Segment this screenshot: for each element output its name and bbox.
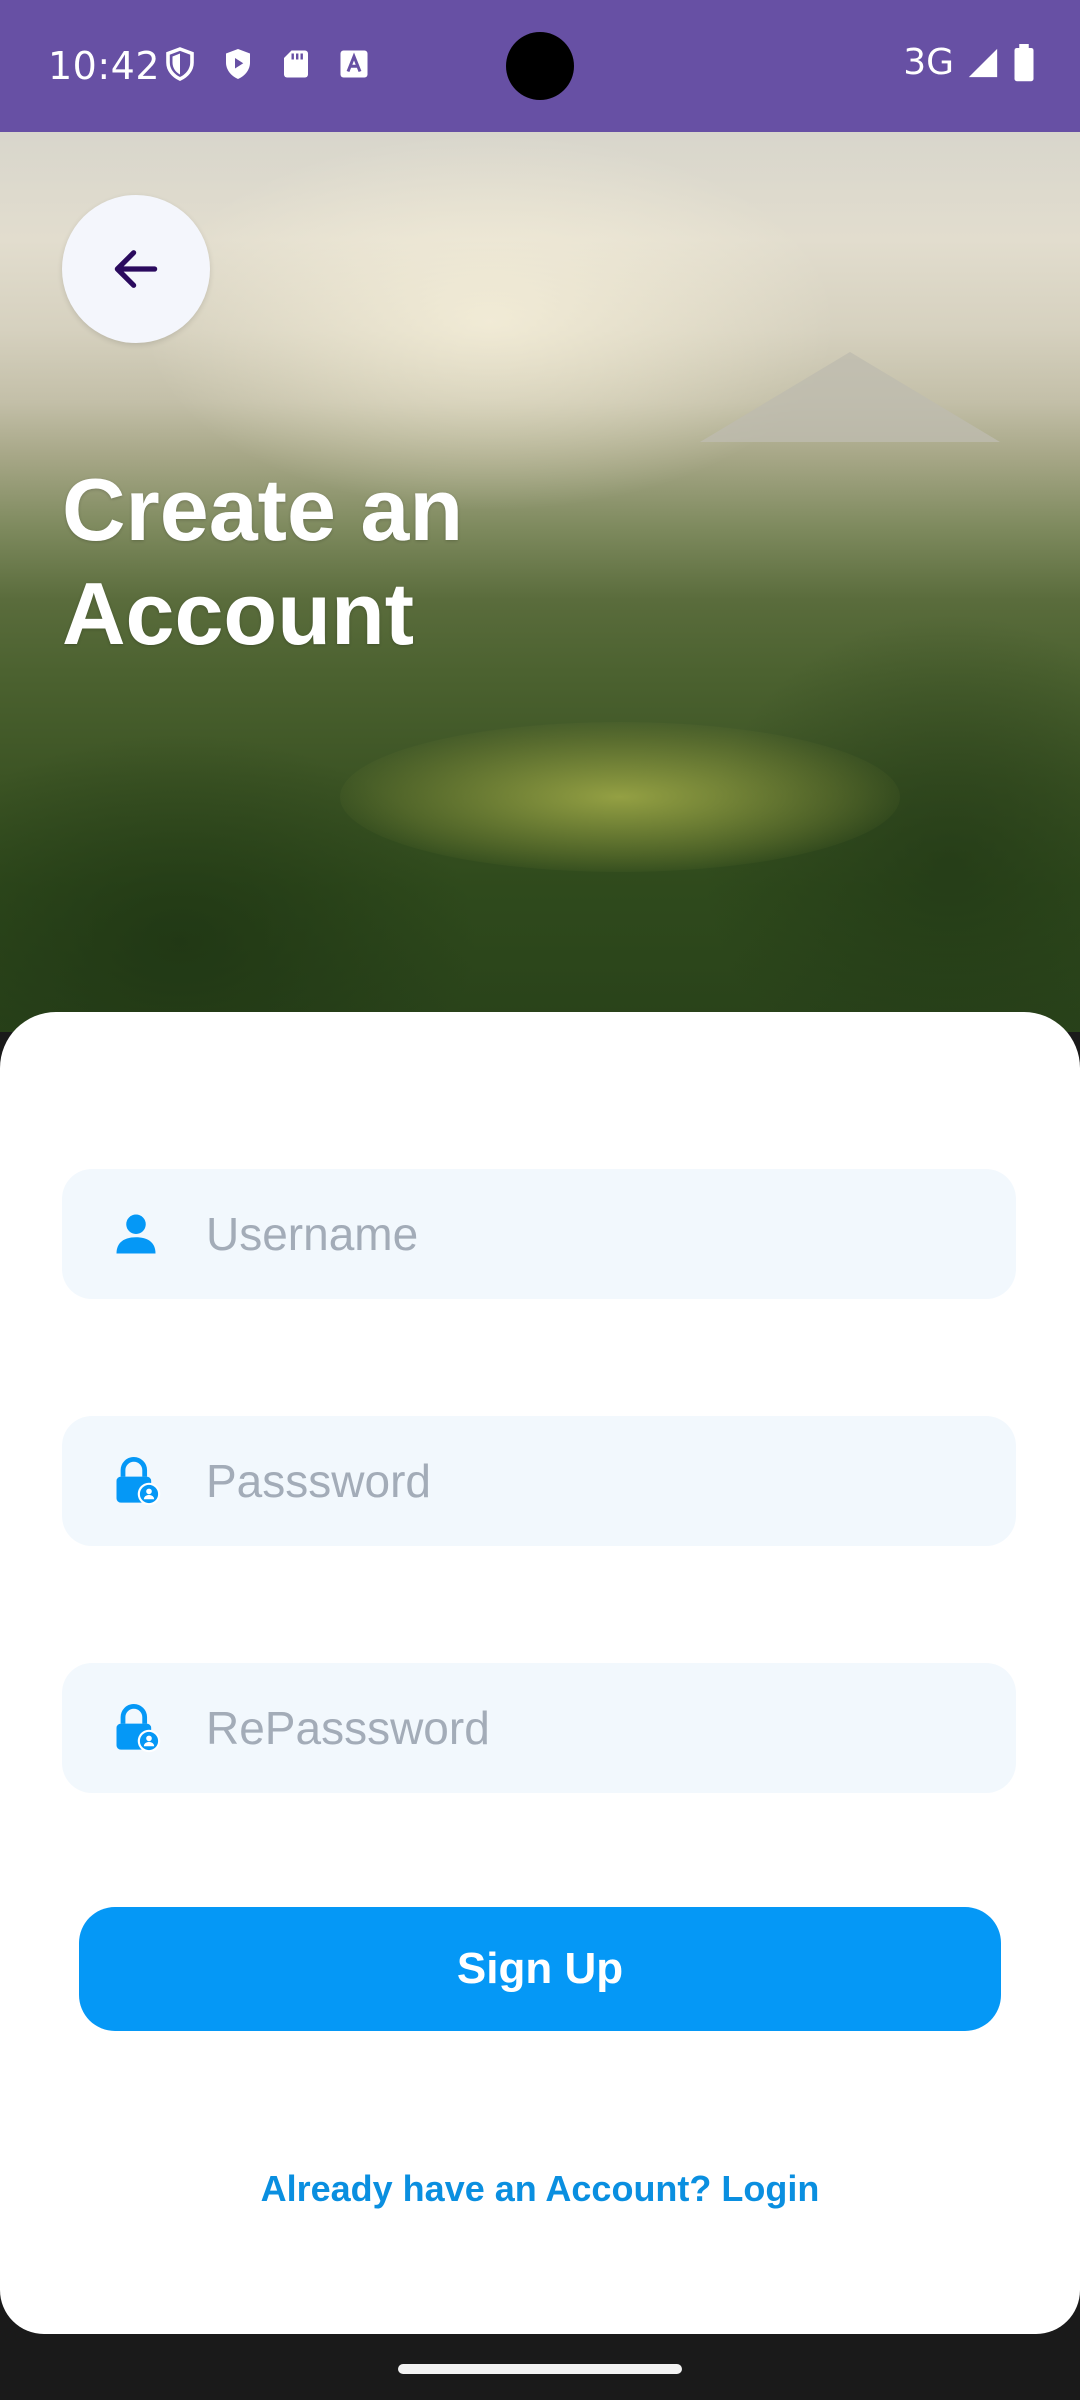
status-time: 10:42 <box>48 44 161 88</box>
lock-user-icon <box>110 1455 162 1507</box>
signup-screen: 10:42 3G Create an Account Username Sign… <box>0 0 1080 2400</box>
lock-user-icon <box>110 1702 162 1754</box>
repassword-input[interactable] <box>204 1700 988 1756</box>
back-button[interactable] <box>62 195 210 343</box>
page-title: Create an Account <box>62 458 762 666</box>
shield-icon <box>162 46 198 82</box>
battery-icon <box>1012 43 1036 82</box>
status-system-icons: 3G <box>903 42 1036 83</box>
font-a-icon <box>336 46 372 82</box>
password-field[interactable] <box>62 1416 1016 1546</box>
user-icon <box>110 1208 162 1260</box>
page-title-line-2: Account <box>62 564 414 663</box>
arrow-left-icon <box>108 241 164 297</box>
play-protect-icon <box>220 46 256 82</box>
repassword-field[interactable] <box>62 1663 1016 1793</box>
form-sheet <box>0 1012 1080 2334</box>
signal-icon <box>966 46 1000 80</box>
status-bar: 10:42 3G <box>0 0 1080 132</box>
signup-button[interactable]: Sign Up <box>79 1907 1001 2031</box>
sd-card-icon <box>278 46 314 82</box>
status-notification-icons <box>162 46 372 82</box>
password-input[interactable] <box>204 1453 988 1509</box>
username-input[interactable] <box>204 1206 988 1262</box>
network-type-label: 3G <box>903 42 954 83</box>
login-link[interactable]: Already have an Account? Login <box>0 2168 1080 2210</box>
username-field[interactable] <box>62 1169 1016 1299</box>
page-title-line-1: Create an <box>62 460 464 559</box>
gesture-nav-handle[interactable] <box>398 2364 682 2374</box>
camera-cutout <box>506 32 574 100</box>
